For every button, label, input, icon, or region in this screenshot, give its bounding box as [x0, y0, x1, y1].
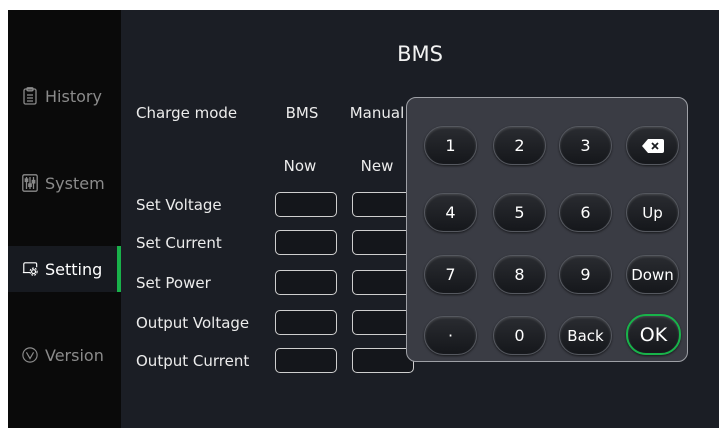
set-voltage-new-field[interactable]	[352, 192, 414, 217]
page-title: BMS	[397, 42, 443, 66]
back-button[interactable]: Back	[559, 316, 612, 355]
output-current-new-field[interactable]	[352, 348, 414, 373]
key-1[interactable]: 1	[424, 126, 477, 165]
key-3[interactable]: 3	[559, 126, 612, 165]
set-power-new-field[interactable]	[352, 270, 414, 295]
clipboard-icon	[22, 87, 38, 105]
down-button[interactable]: Down	[626, 255, 679, 294]
mode-bms-option[interactable]: BMS	[270, 104, 334, 122]
key-5[interactable]: 5	[493, 193, 546, 232]
key-decimal-point[interactable]: ·	[424, 316, 477, 355]
key-0[interactable]: 0	[493, 316, 546, 355]
key-2[interactable]: 2	[493, 126, 546, 165]
gear-screen-icon	[22, 260, 38, 278]
backspace-button[interactable]	[626, 126, 679, 165]
set-voltage-label: Set Voltage	[136, 196, 222, 214]
sidebar-item-label: System	[45, 173, 105, 193]
output-voltage-new-field[interactable]	[352, 310, 414, 335]
output-voltage-now-field[interactable]	[275, 310, 337, 335]
key-6[interactable]: 6	[559, 193, 612, 232]
output-current-now-field[interactable]	[275, 348, 337, 373]
output-voltage-label: Output Voltage	[136, 314, 250, 332]
check-circle-icon	[22, 346, 38, 364]
sidebar-item-label: History	[45, 86, 102, 106]
key-9[interactable]: 9	[559, 255, 612, 294]
set-voltage-now-field[interactable]	[275, 192, 337, 217]
key-8[interactable]: 8	[493, 255, 546, 294]
up-button[interactable]: Up	[626, 193, 679, 232]
sidebar-item-version[interactable]: Version	[8, 332, 121, 378]
key-4[interactable]: 4	[424, 193, 477, 232]
set-power-now-field[interactable]	[275, 270, 337, 295]
mode-manual-option[interactable]: Manual	[345, 104, 409, 122]
numeric-keypad: 1 2 3 4 5 6 Up 7 8 9 Down · 0 Back OK	[406, 97, 688, 362]
column-now-header: Now	[283, 157, 317, 175]
set-current-new-field[interactable]	[352, 230, 414, 255]
key-7[interactable]: 7	[424, 255, 477, 294]
column-new-header: New	[360, 157, 394, 175]
backspace-icon	[641, 138, 664, 153]
sidebar-item-label: Setting	[45, 259, 103, 279]
set-current-label: Set Current	[136, 234, 222, 252]
sidebar-item-history[interactable]: History	[8, 73, 121, 119]
ok-button[interactable]: OK	[626, 314, 681, 355]
sliders-icon	[22, 174, 38, 192]
set-current-now-field[interactable]	[275, 230, 337, 255]
sidebar-item-setting[interactable]: Setting	[8, 246, 121, 292]
charge-mode-label: Charge mode	[136, 104, 238, 122]
sidebar-item-label: Version	[45, 345, 104, 365]
sidebar: History System Setting Version	[8, 10, 121, 428]
sidebar-item-system[interactable]: System	[8, 160, 121, 206]
output-current-label: Output Current	[136, 352, 250, 370]
set-power-label: Set Power	[136, 274, 211, 292]
